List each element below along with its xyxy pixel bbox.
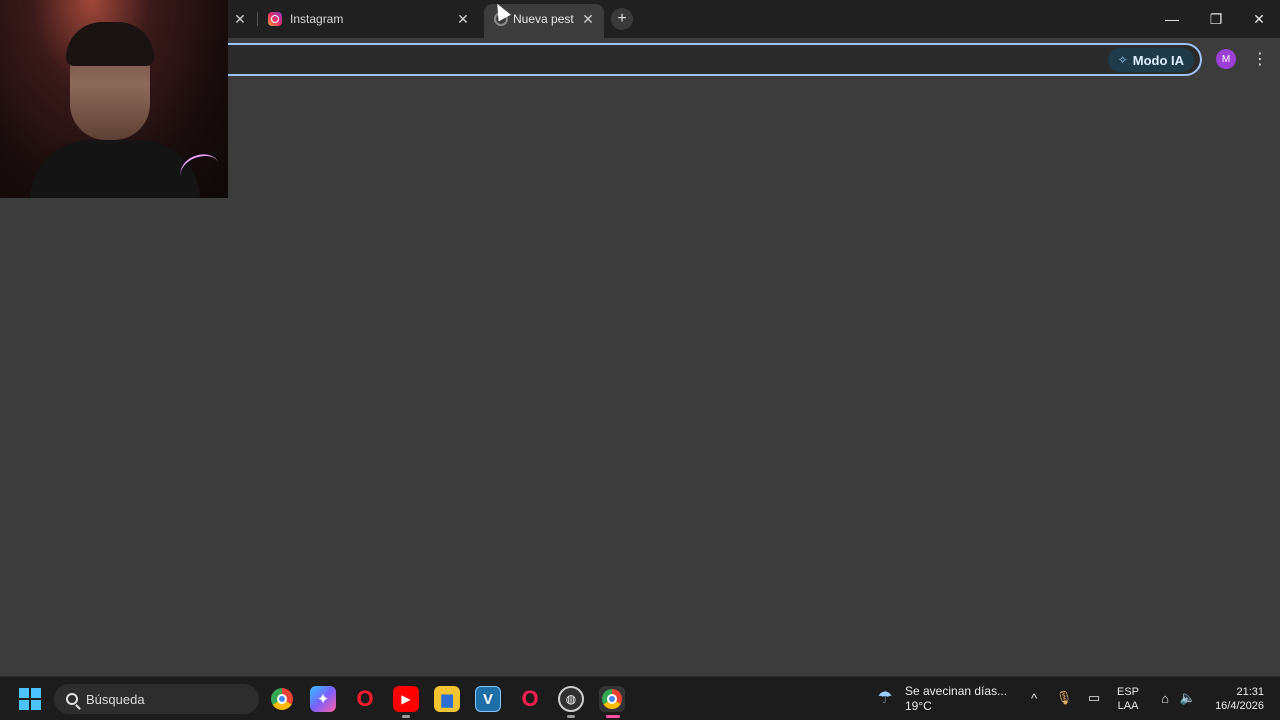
minimize-button[interactable]: — (1160, 8, 1184, 30)
clock-time: 21:31 (1236, 686, 1264, 698)
language-code: ESP (1117, 686, 1140, 698)
new-tab-button[interactable]: + (611, 8, 633, 30)
tab-title: Instagram (290, 12, 344, 26)
volume-icon[interactable]: 🔈 (1179, 689, 1197, 707)
network-icon[interactable]: ⌂ (1156, 689, 1174, 707)
webcam-person-hair (66, 22, 154, 66)
chrome-profile-icon[interactable] (599, 686, 625, 712)
microphone-icon[interactable]: 🎙 (1055, 689, 1073, 707)
ai-mode-button[interactable]: ✧ Modo IA (1107, 48, 1194, 72)
obs-icon[interactable]: ◍ (558, 686, 584, 712)
weather-summary: Se avecinan días... (905, 684, 1008, 698)
webcam-overlay (0, 0, 228, 198)
search-icon (66, 693, 78, 705)
language-indicator[interactable]: ESP LAA (1117, 685, 1139, 713)
weather-temp: 19°C (905, 699, 932, 713)
youtube-icon[interactable]: ▶ (393, 686, 419, 712)
omnibox[interactable]: ✧ Modo IA (150, 43, 1202, 76)
tab-separator (257, 12, 258, 26)
weather-rain-icon[interactable]: ☂ (874, 687, 896, 709)
vegas-icon[interactable]: V (475, 686, 501, 712)
active-indicator (606, 715, 620, 718)
opera-gx-icon[interactable]: O (517, 686, 543, 712)
tab-close-button[interactable]: ✕ (580, 11, 596, 27)
sparkle-search-icon: ✧ (1117, 53, 1128, 67)
search-placeholder: Búsqueda (86, 691, 145, 707)
chevron-up-icon[interactable]: ^ (1025, 689, 1043, 707)
weather-widget[interactable]: Se avecinan días... 19°C (905, 684, 1007, 714)
ai-mode-label: Modo IA (1132, 52, 1184, 68)
chrome-icon[interactable] (269, 686, 295, 712)
close-window-button[interactable]: ✕ (1247, 8, 1271, 30)
running-indicator (567, 715, 575, 718)
screen: ✕ Instagram ✕ Nueva pest ✕ + — ❐ ✕ ✧ Mod… (0, 0, 1280, 720)
file-explorer-icon[interactable]: ▆ (434, 686, 460, 712)
taskbar-search[interactable]: Búsqueda (54, 684, 259, 714)
menu-kebab-icon[interactable]: ⋮ (1252, 48, 1268, 70)
tab-instagram[interactable]: Instagram (268, 4, 478, 34)
copilot-icon[interactable]: ✦ (310, 686, 336, 712)
clock[interactable]: 21:31 16/4/2026 (1204, 685, 1264, 713)
running-indicator (402, 715, 410, 718)
plus-icon: + (617, 10, 627, 27)
restore-button[interactable]: ❐ (1204, 8, 1228, 30)
keyboard-layout: LAA (1117, 700, 1139, 712)
taskbar: Búsqueda ✦ O ▶ ▆ V O ◍ ☂ Se avecinan día… (0, 676, 1280, 720)
clock-date: 16/4/2026 (1215, 700, 1264, 712)
tab-close-button[interactable]: ✕ (232, 11, 248, 27)
keyboard-icon[interactable]: ▭ (1085, 689, 1103, 707)
profile-avatar[interactable]: M (1216, 49, 1236, 69)
tab-close-button[interactable]: ✕ (455, 11, 471, 27)
webcam-person-body (30, 140, 200, 198)
instagram-icon (268, 12, 282, 26)
windows-start-icon[interactable] (19, 688, 41, 710)
tab-title: Nueva pest (513, 12, 574, 26)
opera-icon[interactable]: O (352, 686, 378, 712)
